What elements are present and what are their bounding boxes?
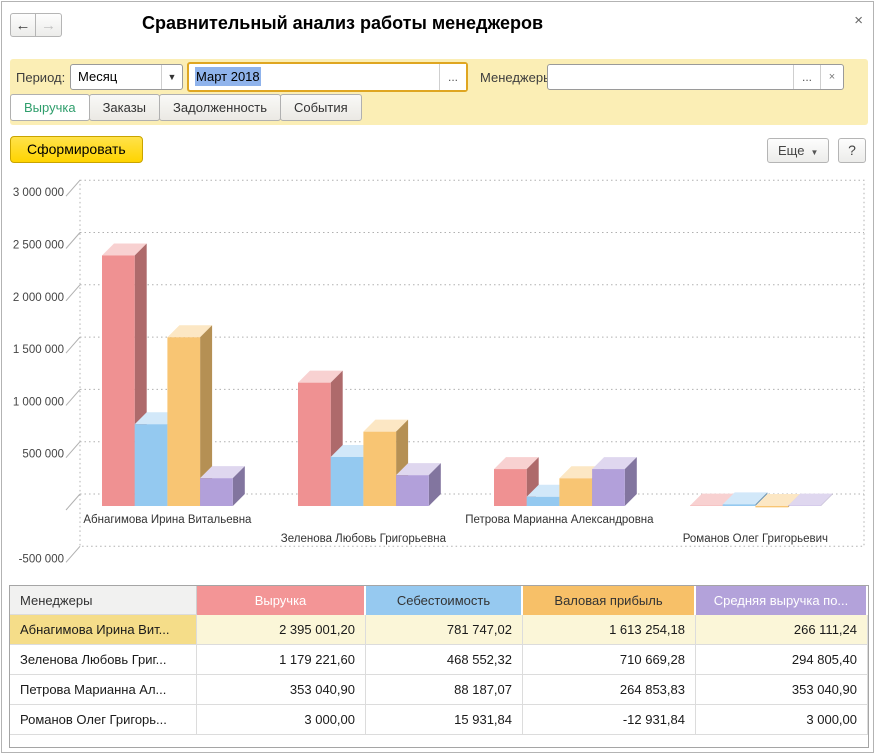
more-button-label: Еще [778,143,804,158]
managers-value-text [548,65,793,89]
y-axis-label: 1 000 000 [13,396,64,408]
manager-name-cell[interactable]: Зеленова Любовь Григ... [10,645,197,675]
period-type-value: Месяц [71,65,161,89]
forward-arrow-icon: → [41,17,56,34]
value-cell[interactable]: 3 000,00 [197,705,366,735]
y-axis-label: 2 500 000 [13,240,64,252]
value-cell[interactable]: 264 853,83 [523,675,696,705]
value-cell[interactable]: 353 040,90 [197,675,366,705]
report-tabs: ВыручкаЗаказыЗадолженностьСобытия [10,94,361,121]
managers-label: Менеджеры: [480,70,556,85]
bar [494,469,527,506]
period-value-field[interactable]: Март 2018 ... [187,62,468,92]
table-row[interactable]: Абнагимова Ирина Вит...2 395 001,20781 7… [10,615,868,645]
value-cell[interactable]: 468 552,32 [366,645,523,675]
bar [723,504,756,506]
tab-4[interactable]: События [280,94,362,121]
period-label: Период: [16,70,65,85]
bar [331,457,364,506]
period-value-text: Март 2018 [189,64,439,90]
y-axis-label: 3 000 000 [13,187,64,199]
value-cell[interactable]: -12 931,84 [523,705,696,735]
chevron-down-icon[interactable]: ▼ [161,65,182,89]
table-row[interactable]: Романов Олег Григорь...3 000,0015 931,84… [10,705,868,735]
axis-tick [66,180,80,196]
nav-buttons: ← → [10,13,62,37]
bar [592,469,625,506]
column-header[interactable]: Менеджеры [10,586,197,615]
value-cell[interactable]: 1 179 221,60 [197,645,366,675]
table-row[interactable]: Петрова Марианна Ал...353 040,9088 187,0… [10,675,868,705]
table-row[interactable]: Зеленова Любовь Григ...1 179 221,60468 5… [10,645,868,675]
bar [559,478,592,506]
tab-2[interactable]: Заказы [89,94,160,121]
filter-panel: Период: Месяц ▼ Март 2018 ... Менеджеры:… [10,59,868,125]
bar [200,478,233,506]
chevron-down-icon: ▼ [810,148,818,157]
value-cell[interactable]: 3 000,00 [696,705,868,735]
back-arrow-icon: ← [16,17,31,34]
tab-1[interactable]: Выручка [10,94,90,121]
axis-tick [66,337,80,353]
axis-tick [66,442,80,458]
category-label: Зеленова Любовь Григорьевна [281,533,447,545]
y-axis-label: 2 000 000 [13,292,64,304]
value-cell[interactable]: 710 669,28 [523,645,696,675]
bar [298,383,331,506]
bar [396,475,429,506]
value-cell[interactable]: 88 187,07 [366,675,523,705]
value-cell[interactable]: 294 805,40 [696,645,868,675]
bar [755,506,788,507]
managers-clear-button[interactable]: × [820,65,843,89]
value-cell[interactable]: 353 040,90 [696,675,868,705]
category-label: Романов Олег Григорьевич [683,533,828,545]
bar [167,337,200,506]
column-header[interactable]: Средняя выручка по... [696,586,868,615]
axis-tick [66,546,80,562]
bar [527,497,560,506]
close-icon: × [854,12,863,29]
page-title: Сравнительный анализ работы менеджеров [142,13,543,34]
period-type-select[interactable]: Месяц ▼ [70,64,183,90]
help-button[interactable]: ? [838,138,866,163]
column-header[interactable]: Валовая прибыль [523,586,696,615]
value-cell[interactable]: 2 395 001,20 [197,615,366,645]
back-button[interactable]: ← [10,13,36,37]
value-cell[interactable]: 15 931,84 [366,705,523,735]
more-button[interactable]: Еще ▼ [767,138,829,163]
value-cell[interactable]: 1 613 254,18 [523,615,696,645]
manager-name-cell[interactable]: Романов Олег Григорь... [10,705,197,735]
bar [363,432,396,506]
axis-tick [66,285,80,301]
y-axis-label: -500 000 [19,553,64,565]
column-header[interactable]: Себестоимость [366,586,523,615]
managers-bar-chart: 3 000 000 2 500 000 2 000 000 1 500 000 1 00… [2,170,875,570]
period-ellipsis-button[interactable]: ... [439,64,466,90]
column-header[interactable]: Выручка [197,586,366,615]
value-cell[interactable]: 266 111,24 [696,615,868,645]
category-label: Петрова Марианна Александровна [465,514,654,526]
value-cell[interactable]: 781 747,02 [366,615,523,645]
bar [102,255,135,506]
axis-tick [66,389,80,405]
category-label: Абнагимова Ирина Витальевна [83,514,252,526]
selected-text: Март 2018 [195,67,261,86]
bar [135,424,168,506]
axis-tick [66,494,80,510]
generate-button[interactable]: Сформировать [10,136,143,163]
close-button[interactable]: × [854,12,863,29]
y-axis-label: 500 000 [22,449,64,461]
managers-field[interactable]: ... × [547,64,844,90]
axis-tick [66,233,80,249]
manager-name-cell[interactable]: Абнагимова Ирина Вит... [10,615,197,645]
y-axis-label: 1 500 000 [13,344,64,356]
managers-ellipsis-button[interactable]: ... [793,65,820,89]
results-table: МенеджерыВыручкаСебестоимостьВаловая при… [9,585,869,748]
manager-name-cell[interactable]: Петрова Марианна Ал... [10,675,197,705]
tab-3[interactable]: Задолженность [159,94,281,121]
forward-button[interactable]: → [36,13,62,37]
report-window: ← → Сравнительный анализ работы менеджер… [1,1,874,753]
chart-svg: 3 000 000 2 500 000 2 000 000 1 500 000 1 00… [2,170,875,570]
